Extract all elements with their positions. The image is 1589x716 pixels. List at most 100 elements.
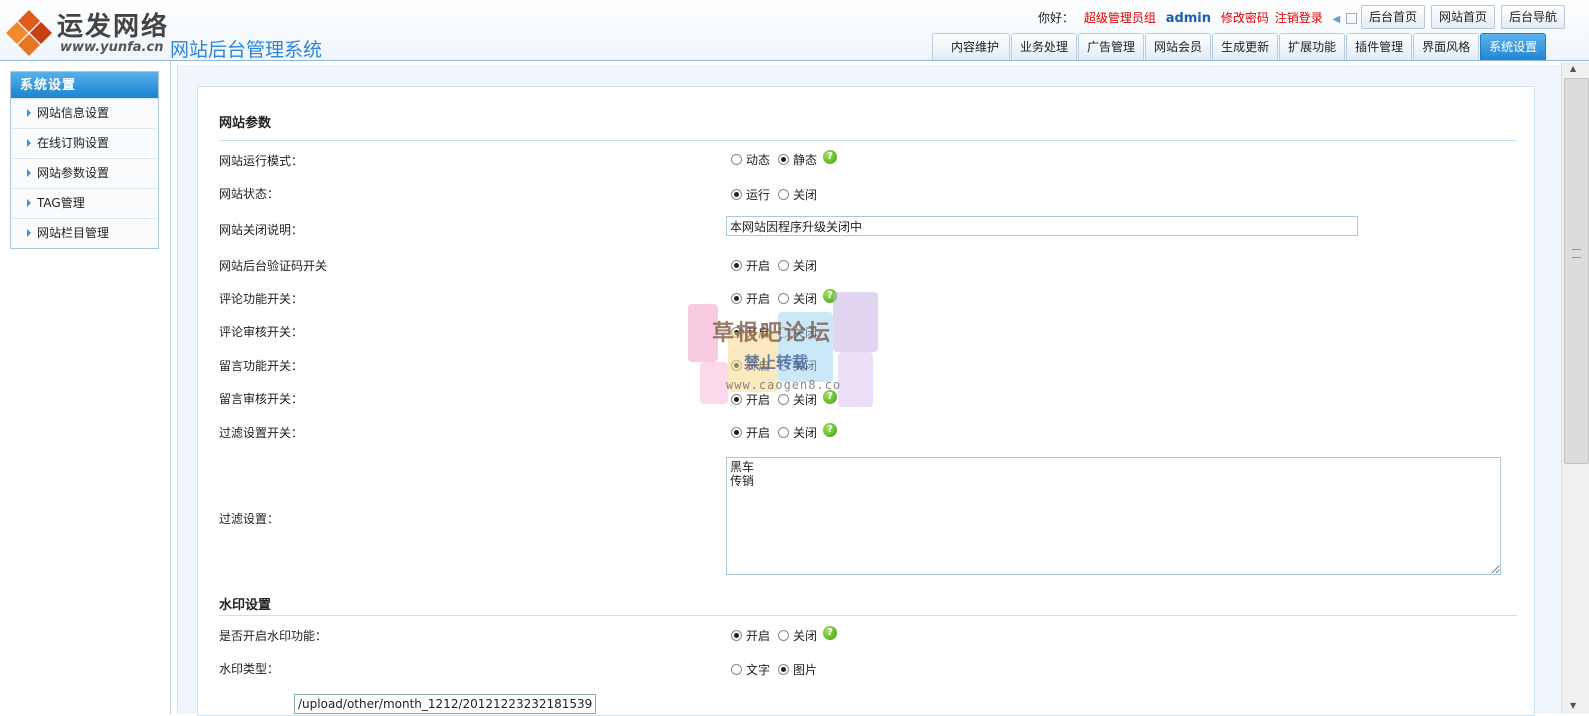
site-status-running-radio[interactable]	[731, 189, 742, 200]
option-label: 关闭	[793, 188, 818, 202]
logo-url: www.yunfa.cn	[60, 40, 164, 55]
user-bar: 你好： 超级管理员组 admin 修改密码 注销登录 ◀ ▶	[1038, 9, 1381, 26]
tab-plugins[interactable]: 插件管理	[1346, 33, 1413, 60]
sidebar-item-online-order[interactable]: 在线订购设置	[11, 128, 158, 158]
watermark-type-options: 文字 图片	[731, 661, 825, 678]
sidebar-item-columns[interactable]: 网站栏目管理	[11, 218, 158, 248]
captcha-label: 网站后台验证码开关	[219, 259, 328, 273]
admin-home-button[interactable]: 后台首页	[1361, 5, 1426, 29]
scroll-down-icon[interactable]: ▼	[1570, 701, 1576, 710]
watermark-type-text-radio[interactable]	[731, 664, 742, 675]
logo-name: 运发网络	[57, 12, 170, 42]
logout-link[interactable]: 注销登录	[1275, 11, 1323, 25]
divider	[219, 615, 1517, 616]
section-title-params: 网站参数	[219, 116, 272, 131]
close-note-input[interactable]	[726, 216, 1358, 236]
arrow-right-icon	[27, 109, 31, 117]
captcha-off-radio[interactable]	[778, 260, 790, 271]
site-status-options: 运行 关闭	[731, 186, 825, 203]
tab-system-settings[interactable]: 系统设置	[1480, 33, 1547, 60]
site-home-button[interactable]: 网站首页	[1431, 5, 1496, 29]
help-icon[interactable]: ?	[823, 288, 838, 303]
username: admin	[1165, 11, 1212, 26]
arrow-right-icon	[27, 199, 31, 207]
option-label: 开启	[746, 629, 771, 643]
site-status-closed-radio[interactable]	[778, 189, 790, 200]
watermark-text: 禁止转载	[744, 353, 809, 372]
help-icon[interactable]: ?	[823, 625, 838, 640]
change-password-link[interactable]: 修改密码	[1221, 11, 1269, 25]
close-note-label: 网站关闭说明：	[219, 223, 304, 237]
window-toggle-icon[interactable]	[1346, 13, 1358, 24]
option-label: 动态	[746, 153, 771, 167]
option-label: 关闭	[793, 393, 818, 407]
guestbook-on-radio[interactable]	[731, 360, 742, 371]
grip-icon	[1572, 249, 1581, 258]
filter-on-radio[interactable]	[731, 427, 742, 438]
watermark-type-image-radio[interactable]	[778, 664, 790, 675]
tab-ads[interactable]: 广告管理	[1078, 33, 1145, 60]
option-label: 关闭	[793, 292, 818, 306]
run-mode-options: 动态 静态 ?	[731, 149, 838, 168]
scroll-up-icon[interactable]: ▲	[1570, 64, 1576, 73]
filter-words-textarea[interactable]: 黑车 传销	[726, 457, 1501, 575]
watermark-on-radio[interactable]	[731, 630, 742, 641]
scrollbar-thumb[interactable]	[1564, 78, 1589, 464]
comment-on-radio[interactable]	[731, 293, 742, 304]
watermark-off-radio[interactable]	[778, 630, 790, 641]
tab-business[interactable]: 业务处理	[1011, 33, 1078, 60]
admin-nav-button[interactable]: 后台导航	[1501, 5, 1566, 29]
option-label: 关闭	[793, 629, 818, 643]
captcha-on-radio[interactable]	[731, 260, 742, 271]
filter-off-radio[interactable]	[778, 427, 790, 438]
run-mode-static-radio[interactable]	[778, 154, 790, 165]
watermark-path-input[interactable]	[294, 694, 596, 714]
guestbook-review-off-radio[interactable]	[778, 394, 790, 405]
guestbook-label: 留言功能开关：	[219, 359, 304, 373]
settings-panel	[197, 86, 1535, 716]
help-icon[interactable]: ?	[823, 422, 838, 437]
section-title-watermark: 水印设置	[219, 598, 272, 613]
option-label: 静态	[793, 153, 818, 167]
watermark-on-options: 开启 关闭 ?	[731, 625, 838, 644]
sidebar-item-label: 网站栏目管理	[37, 226, 110, 240]
vertical-scrollbar[interactable]: ▲ ▼	[1561, 62, 1589, 714]
guestbook-review-on-radio[interactable]	[731, 394, 742, 405]
option-label: 关闭	[793, 426, 818, 440]
help-icon[interactable]: ?	[823, 149, 838, 164]
top-header: 运发网络 www.yunfa.cn 网站后台管理系统 你好： 超级管理员组 ad…	[0, 0, 1589, 61]
option-label: 文字	[746, 663, 771, 677]
sidebar-panel: 系统设置 网站信息设置 在线订购设置 网站参数设置 TAG管理 网站栏目管理	[0, 61, 171, 714]
system-title: 网站后台管理系统	[170, 39, 323, 61]
watermark-type-label: 水印类型：	[219, 662, 280, 676]
tab-theme[interactable]: 界面风格	[1413, 33, 1480, 60]
sidebar-item-label: 在线订购设置	[37, 136, 110, 150]
logo-icon	[6, 10, 52, 56]
sidebar-item-tag[interactable]: TAG管理	[11, 188, 158, 218]
tab-content[interactable]: 内容维护	[932, 33, 1011, 60]
option-label: 开启	[746, 259, 771, 273]
sidebar-item-label: TAG管理	[37, 196, 85, 210]
comment-options: 开启 关闭 ?	[731, 288, 838, 307]
option-label: 开启	[746, 292, 771, 306]
tab-generate[interactable]: 生成更新	[1212, 33, 1279, 60]
option-label: 图片	[793, 663, 818, 677]
watermark-text: 草根吧论坛	[712, 321, 833, 346]
guestbook-review-options: 开启 关闭 ?	[731, 389, 838, 408]
sidebar: 系统设置 网站信息设置 在线订购设置 网站参数设置 TAG管理 网站栏目管理	[10, 71, 159, 249]
run-mode-dynamic-radio[interactable]	[731, 154, 742, 165]
arrow-right-icon	[27, 229, 31, 237]
option-label: 运行	[746, 188, 771, 202]
sidebar-item-site-params[interactable]: 网站参数设置	[11, 158, 158, 188]
captcha-options: 开启 关闭	[731, 257, 825, 274]
run-mode-label: 网站运行模式：	[219, 154, 304, 168]
user-role: 超级管理员组	[1083, 11, 1156, 25]
watermark-on-label: 是否开启水印功能：	[219, 629, 328, 643]
sidebar-item-label: 网站参数设置	[37, 166, 110, 180]
site-status-label: 网站状态：	[219, 187, 280, 201]
sidebar-item-site-info[interactable]: 网站信息设置	[11, 98, 158, 128]
tab-members[interactable]: 网站会员	[1145, 33, 1212, 60]
comment-off-radio[interactable]	[778, 293, 790, 304]
tab-extensions[interactable]: 扩展功能	[1279, 33, 1346, 60]
prev-arrow-icon[interactable]: ◀	[1333, 14, 1341, 25]
